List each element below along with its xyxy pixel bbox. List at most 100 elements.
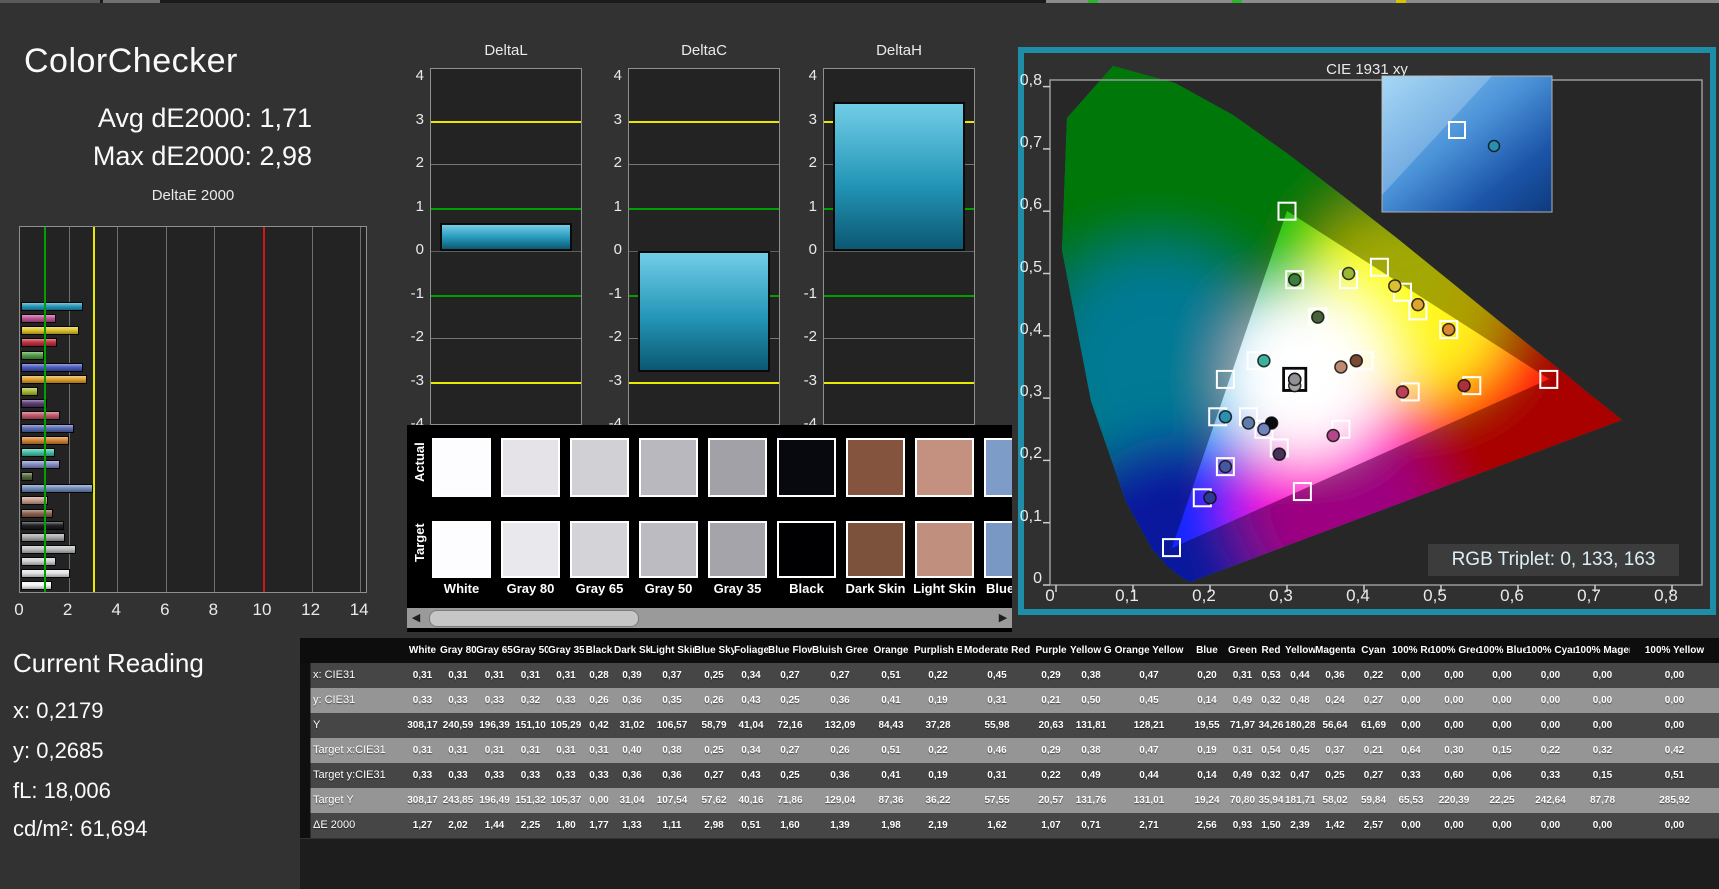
table-cell: 0,29: [1041, 670, 1061, 681]
table-cell: 0,31: [448, 745, 468, 756]
deltae-reference-line: [263, 227, 265, 592]
table-cell: 0,21: [1041, 695, 1061, 706]
deltae-x-tick: 6: [160, 600, 170, 619]
swatch-label: Gray 80: [506, 581, 555, 596]
cie-x-tick: 0,1: [1115, 586, 1139, 605]
table-cell: 0,33: [1540, 770, 1561, 781]
table-column-header: Blue Flower: [768, 645, 812, 656]
swatch-comparison-panel[interactable]: Actual Target White Gray 80 Gray 65 Gray 50 Gr…: [407, 425, 1012, 632]
delta-chart-deltac[interactable]: [628, 68, 780, 425]
swatch-target-light-skin: [915, 521, 974, 578]
swatch-target-white: [432, 521, 491, 578]
table-cell: 0,31: [412, 670, 433, 681]
table-cell: 0,71: [1081, 820, 1101, 831]
deltae-gridline: [214, 227, 216, 592]
cie-measured-dot-purple: [1272, 447, 1287, 461]
table-cell: 0,00: [1664, 695, 1685, 706]
deltae-bar-purple: [21, 399, 47, 409]
scrollbar-thumb[interactable]: [429, 610, 639, 627]
cie-x-tick: 0,3: [1269, 586, 1293, 605]
table-cell: 0,37: [662, 670, 682, 681]
table-cell: 0,45: [987, 670, 1007, 681]
table-cell: 0,00: [1401, 670, 1421, 681]
table-cell: 20,63: [1038, 720, 1064, 731]
table-column-header: 100% Blue: [1478, 645, 1526, 656]
cie-measured-dot-red: [1457, 378, 1471, 393]
deltae2000-chart[interactable]: [19, 226, 367, 593]
delta-y-tick: -1: [803, 284, 817, 302]
table-cell: 0,64: [1401, 745, 1421, 756]
table-cell: 0,25: [780, 695, 800, 706]
table-cell: 87,36: [878, 795, 904, 806]
table-cell: 0,27: [1363, 695, 1384, 706]
scroll-right-arrow-icon[interactable]: ▶: [994, 608, 1012, 628]
scroll-left-arrow-icon[interactable]: ◀: [407, 608, 425, 628]
table-cell: 59,84: [1360, 795, 1387, 806]
delta-y-tick: 2: [415, 154, 424, 171]
delta-ref-line: [431, 381, 581, 384]
page-title: ColorChecker: [24, 42, 238, 80]
table-cell: 1,60: [780, 820, 800, 831]
table-cell: 31,02: [619, 720, 645, 731]
table-cell: 132,09: [824, 720, 856, 731]
delta-y-tick: -2: [608, 328, 622, 345]
table-cell: 0,31: [484, 745, 505, 756]
table-column-header: Purple: [1035, 645, 1067, 656]
table-row: x: CIE31 0,31 0,31 0,31 0,31 0,31 0,28 0,39 0,37…: [300, 663, 1719, 688]
swatch-row-label-target: Target: [412, 523, 427, 562]
table-cell: 1,42: [1325, 820, 1345, 831]
rgb-triplet-readout: RGB Triplet: 0, 133, 163: [1428, 544, 1679, 576]
cie-measured-dot-green: [1287, 272, 1302, 287]
table-cell: 105,29: [550, 720, 582, 731]
table-row: ΔE 2000 1,27 2,02 1,44 2,25 1,80 1,77 1,33 1,11 2…: [300, 813, 1719, 838]
delta-chart-deltah[interactable]: [823, 68, 975, 425]
table-cell: 0,45: [1139, 695, 1159, 706]
table-cell: 0,44: [1290, 670, 1310, 681]
swatch-actual-gray-65: [570, 438, 629, 497]
table-cell: 0,00: [1664, 820, 1685, 831]
delta-bar-deltal: [440, 222, 572, 251]
table-column-header: 100% Yellow: [1644, 645, 1705, 656]
cie-x-tick: 0,8: [1654, 586, 1678, 605]
table-cell: 2,98: [704, 820, 724, 831]
table-cell: 0,31: [987, 770, 1007, 781]
table-cell: 0,15: [1592, 770, 1613, 781]
table-cell: 0,36: [622, 695, 642, 706]
table-cell: 0,47: [1139, 745, 1159, 756]
cie-1931-panel[interactable]: CIE 1931 xy RGB Triplet: 0, 133, 163: [1018, 47, 1716, 615]
table-row: Target Y 308,17 243,85 196,49 151,32 105,37 0,…: [300, 788, 1719, 813]
table-column-header: Purplish Blue: [914, 645, 962, 656]
table-cell: 0,31: [520, 670, 541, 681]
delta-bar-deltah: [833, 102, 965, 251]
cie-x-tick: 0,7: [1577, 586, 1601, 605]
swatch-scrollbar[interactable]: ◀ ▶: [407, 608, 1012, 628]
deltae-gridline: [117, 227, 119, 592]
delta-ref-line: [431, 164, 581, 165]
delta-y-tick: 0: [808, 241, 817, 258]
delta-ref-line: [629, 207, 779, 210]
deltae-gridline: [68, 227, 70, 592]
table-cell: 2,39: [1290, 820, 1310, 831]
table-cell: 308,17: [407, 795, 438, 806]
table-column-header: Green: [1228, 645, 1257, 656]
deltae-x-tick: 12: [301, 600, 321, 619]
table-cell: 0,22: [1041, 770, 1061, 781]
delta-ref-line: [431, 251, 581, 252]
deltae-bar-green: [21, 350, 44, 360]
deltae-reference-line: [44, 227, 47, 592]
table-cell: 1,39: [830, 820, 850, 831]
delta-y-tick: 1: [415, 197, 424, 215]
cie-measured-dot-light-skin: [1334, 360, 1348, 374]
deltae-bar-red: [21, 338, 58, 348]
table-cell: 0,33: [484, 695, 505, 706]
table-cell: 0,31: [1232, 670, 1253, 681]
table-column-header: Gray 80: [440, 645, 476, 656]
deltae-bar-gray-50: [21, 545, 76, 554]
delta-ref-line: [629, 164, 779, 165]
swatch-actual-light-skin: [915, 438, 974, 497]
deltae-gridline: [311, 227, 313, 592]
measurement-table[interactable]: White Gray 80 Gray 65 Gray 50 Gray 35 Black Da…: [300, 638, 1719, 838]
table-column-header: 100% Green: [1430, 645, 1478, 656]
delta-chart-deltal[interactable]: [430, 68, 582, 425]
window-strip-segment: [1088, 0, 1098, 3]
